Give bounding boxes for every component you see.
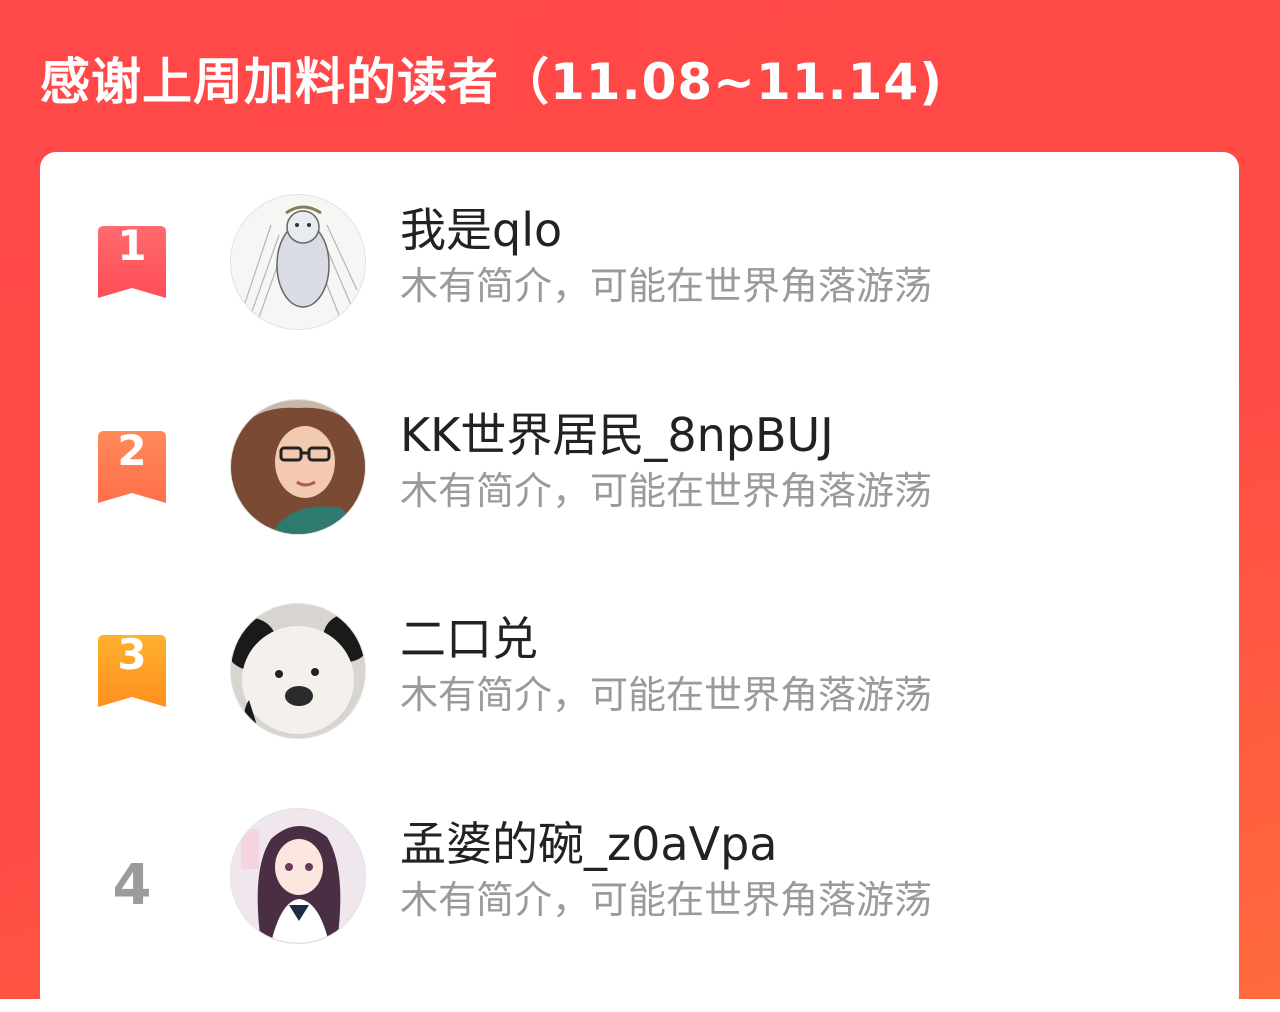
- rank-number: 2: [117, 426, 147, 475]
- rank-number: 3: [117, 630, 147, 679]
- reader-name[interactable]: 二口兑: [400, 609, 538, 669]
- rank-number: 4: [112, 853, 152, 918]
- avatar-image-sketch: [231, 195, 365, 329]
- thanks-page: 感谢上周加料的读者（11.08~11.14) 1 我是qlo 木有简介，可能在世…: [0, 0, 1280, 1012]
- reader-name[interactable]: KK世界居民_8npBUJ: [400, 405, 834, 465]
- page-title: 感谢上周加料的读者（11.08~11.14): [40, 53, 944, 111]
- avatar[interactable]: [230, 603, 366, 739]
- reader-intro: 木有简介，可能在世界角落游荡: [400, 264, 933, 308]
- avatar-image-dog: [231, 604, 365, 738]
- list-item-reader-4[interactable]: 4 孟婆的碗_z0aVpa 木有简介，可能在世界角落游荡: [40, 808, 1239, 958]
- reader-name[interactable]: 我是qlo: [400, 200, 562, 260]
- rank-badge-3: 3: [98, 630, 166, 707]
- reader-list: 1 我是qlo 木有简介，可能在世界角落游荡 2 KK世界居民_8npBUJ 木…: [40, 152, 1239, 1012]
- reader-intro: 木有简介，可能在世界角落游荡: [400, 469, 933, 513]
- list-item-reader-2[interactable]: 2 KK世界居民_8npBUJ 木有简介，可能在世界角落游荡: [40, 399, 1239, 549]
- avatar[interactable]: [230, 399, 366, 535]
- avatar-image-portrait: [231, 400, 365, 534]
- reader-intro: 木有简介，可能在世界角落游荡: [400, 878, 933, 922]
- reader-name[interactable]: 孟婆的碗_z0aVpa: [400, 814, 777, 874]
- reader-intro: 木有简介，可能在世界角落游荡: [400, 673, 933, 717]
- rank-badge-2: 2: [98, 426, 166, 503]
- avatar[interactable]: [230, 194, 366, 330]
- rank-number: 1: [117, 221, 147, 270]
- avatar[interactable]: [230, 808, 366, 944]
- rank-badge-1: 1: [98, 221, 166, 298]
- avatar-image-anime: [231, 809, 365, 943]
- list-item-reader-3[interactable]: 3 二口兑 木有简介，可能在世界角落游荡: [40, 603, 1239, 753]
- list-item-reader-1[interactable]: 1 我是qlo 木有简介，可能在世界角落游荡: [40, 194, 1239, 344]
